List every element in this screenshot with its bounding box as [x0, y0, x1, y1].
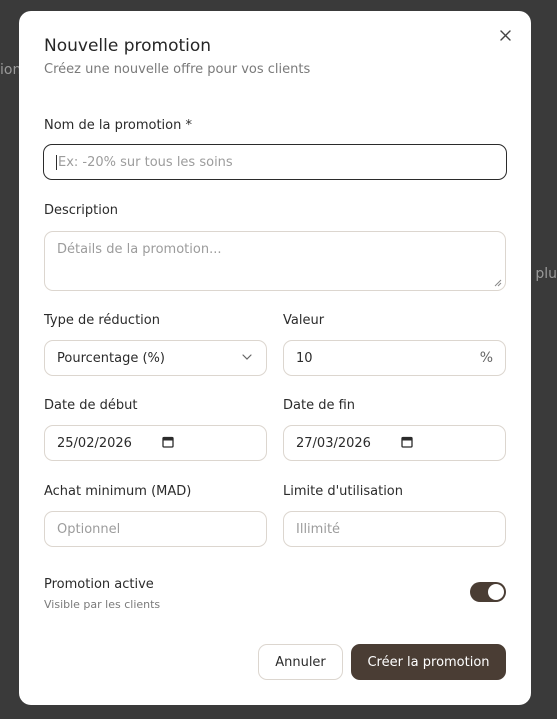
usage-limit-placeholder: Illimité [296, 521, 341, 537]
description-label: Description [44, 203, 119, 218]
discount-type-label: Type de réduction [44, 313, 160, 328]
chevron-down-icon [242, 354, 252, 360]
start-date-label: Date de début [44, 398, 138, 413]
text-caret [56, 154, 57, 170]
promotion-dialog: Nouvelle promotion Créez une nouvelle of… [19, 11, 531, 705]
usage-limit-label: Limite d'utilisation [283, 484, 403, 499]
min-purchase-label: Achat minimum (MAD) [44, 484, 192, 499]
description-textarea[interactable]: Détails de la promotion... [44, 231, 506, 291]
end-date-input[interactable]: 27/03/2026 [283, 425, 506, 461]
dialog-subtitle: Créez une nouvelle offre pour vos client… [44, 62, 311, 77]
end-date-value: 27/03/2026 [296, 435, 371, 451]
end-date-label: Date de fin [283, 398, 356, 413]
active-hint: Visible par les clients [44, 598, 161, 611]
start-date-input[interactable]: 25/02/2026 [44, 425, 267, 461]
percent-suffix: % [479, 350, 493, 366]
name-input[interactable]: Ex: -20% sur tous les soins [43, 144, 507, 180]
active-label: Promotion active [44, 577, 154, 592]
discount-type-value: Pourcentage (%) [57, 350, 165, 366]
active-toggle[interactable] [470, 582, 506, 602]
close-button[interactable] [495, 25, 515, 45]
cancel-button[interactable]: Annuler [258, 644, 343, 680]
dialog-title: Nouvelle promotion [44, 36, 212, 56]
description-placeholder: Détails de la promotion... [57, 242, 222, 257]
name-label: Nom de la promotion * [44, 118, 192, 133]
value-text: 10 [296, 350, 313, 366]
toggle-knob [488, 584, 504, 600]
close-icon [499, 29, 511, 41]
usage-limit-input[interactable]: Illimité [283, 511, 506, 547]
value-label: Valeur [283, 313, 325, 328]
create-promotion-button[interactable]: Créer la promotion [351, 644, 506, 680]
min-purchase-input[interactable]: Optionnel [44, 511, 267, 547]
discount-type-select[interactable]: Pourcentage (%) [44, 340, 267, 376]
value-input[interactable]: 10 % [283, 340, 506, 376]
backdrop-text-right: plu [535, 266, 557, 282]
name-placeholder: Ex: -20% sur tous les soins [58, 154, 233, 170]
calendar-icon[interactable] [162, 436, 174, 448]
min-purchase-placeholder: Optionnel [57, 521, 121, 537]
start-date-value: 25/02/2026 [57, 435, 132, 451]
resize-handle-icon[interactable] [494, 279, 502, 287]
calendar-icon[interactable] [401, 436, 413, 448]
